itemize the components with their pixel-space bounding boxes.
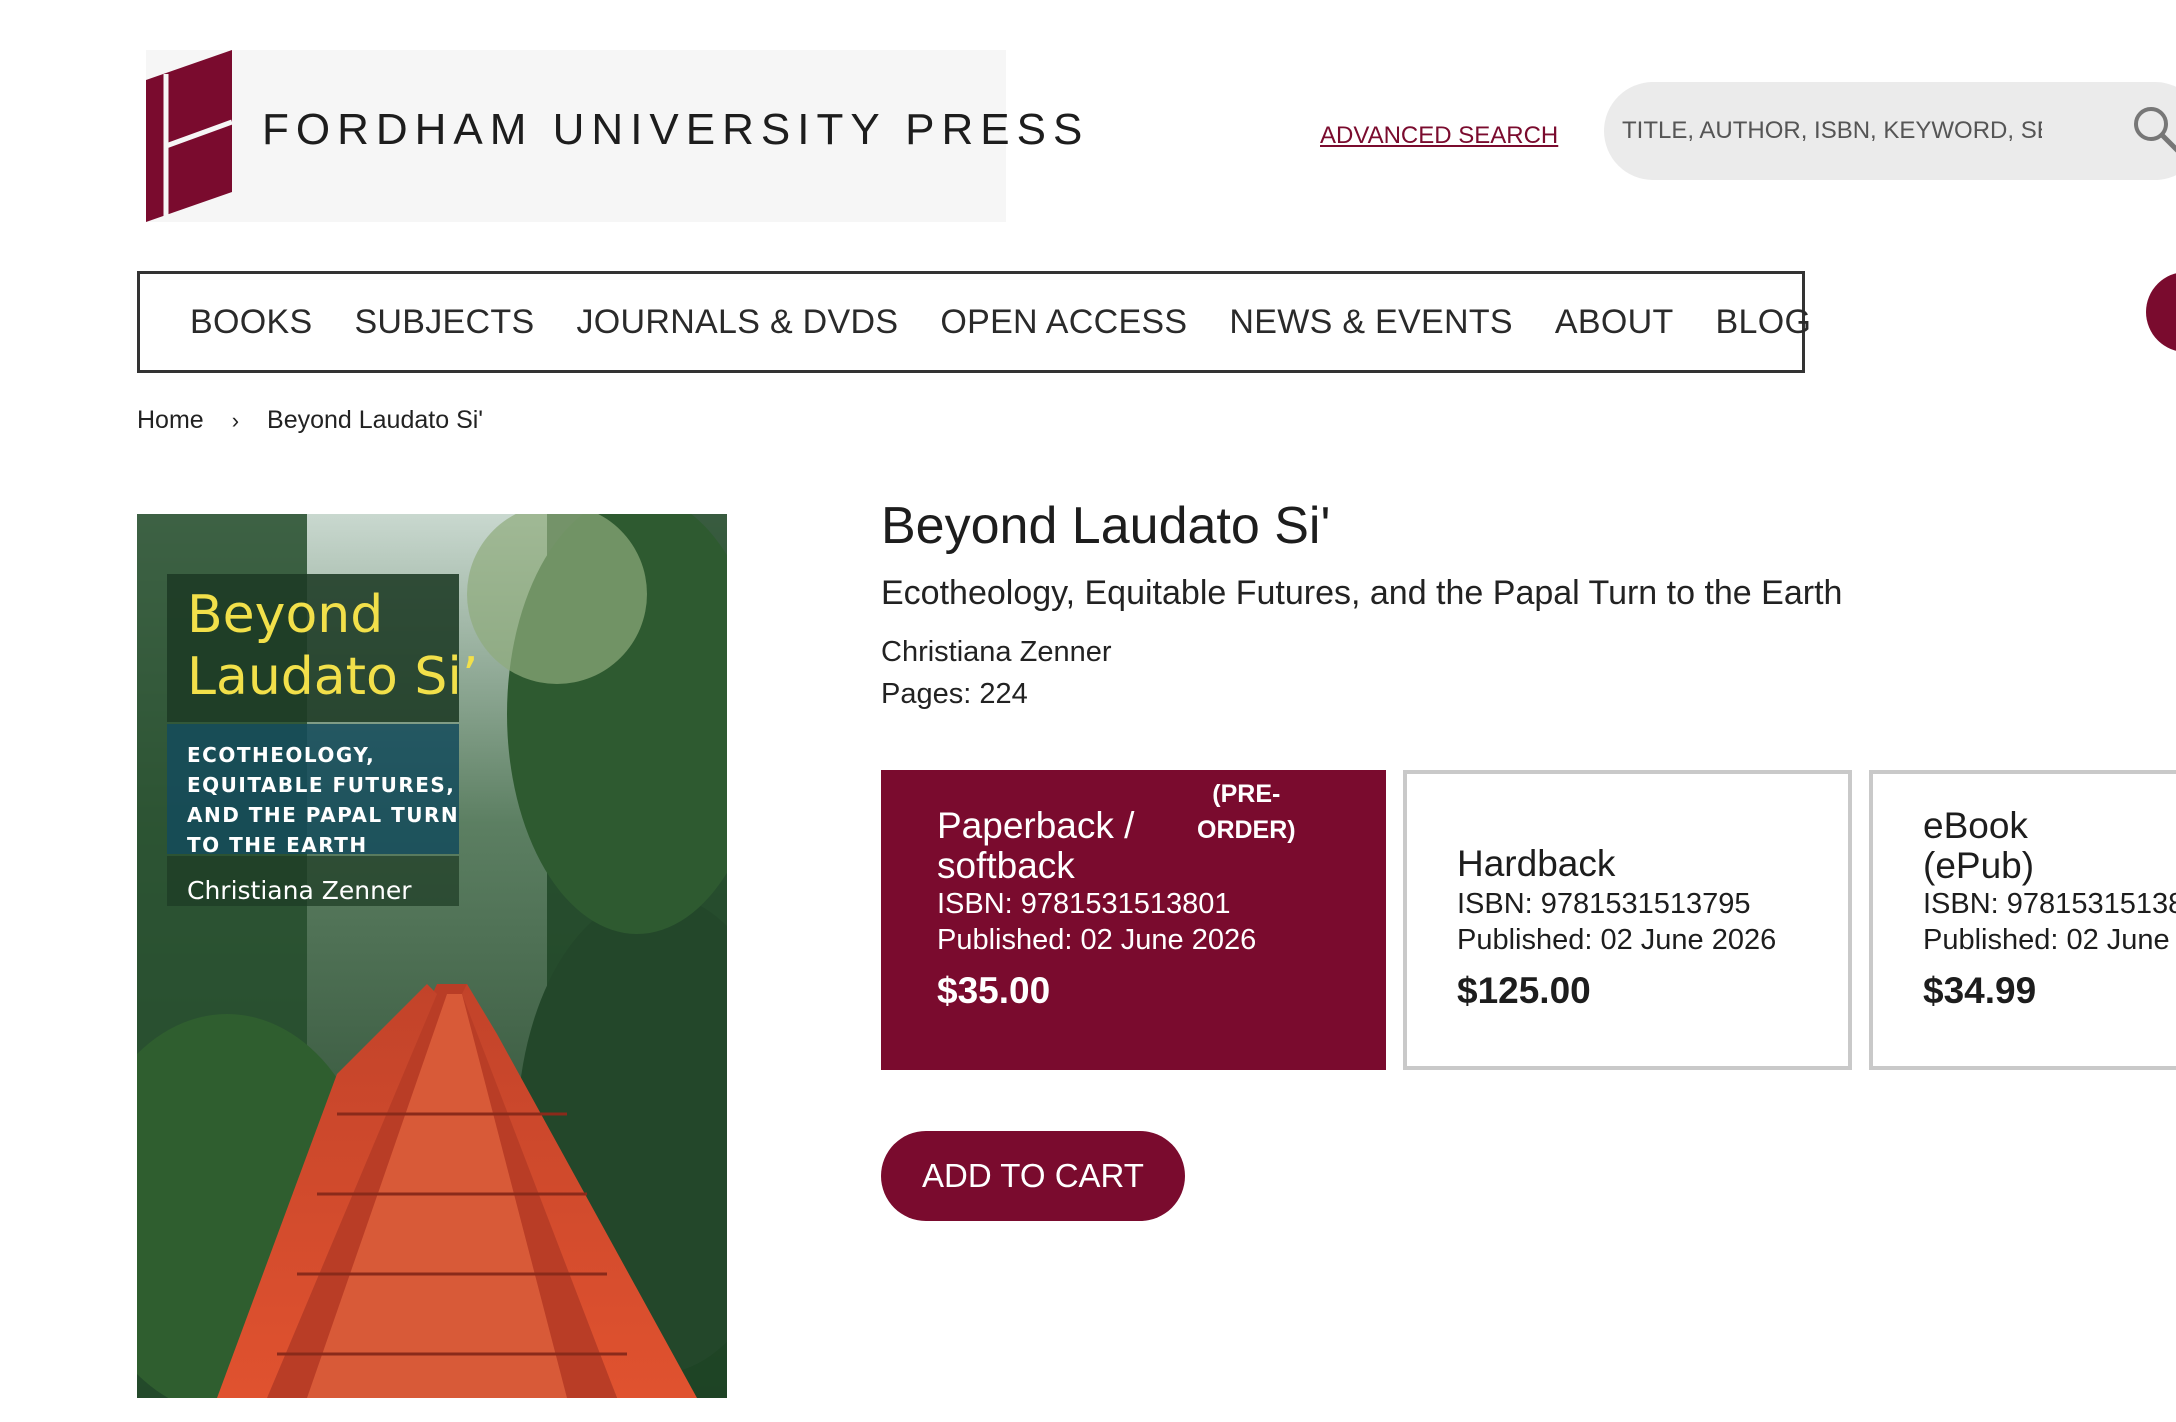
page-title: Beyond Laudato Si' [881, 497, 1331, 555]
book-subtitle: Ecotheology, Equitable Futures, and the … [881, 574, 1843, 612]
nav-item-books[interactable]: BOOKS [190, 303, 312, 342]
format-name: Paperback / softback [937, 806, 1134, 886]
preorder-badge-line1: (PRE- [1212, 780, 1281, 808]
breadcrumb: Home › Beyond Laudato Si' [137, 406, 483, 435]
format-name-line1: Paperback / [937, 805, 1135, 846]
format-isbn: ISBN: 9781531513818 [1923, 888, 2176, 920]
cover-subtitle-line3: AND THE PAPAL TURN [187, 803, 459, 827]
breadcrumb-home-link[interactable]: Home [137, 406, 204, 435]
format-card-ebook[interactable]: eBook (ePub) ISBN: 9781531513818 Publish… [1869, 770, 2176, 1070]
book-pages: Pages: 224 [881, 678, 1028, 710]
format-card-paperback[interactable]: Paperback / softback (PRE- ORDER) ISBN: … [881, 770, 1386, 1070]
book-author-link[interactable]: Christiana Zenner [881, 636, 1112, 669]
advanced-search-link[interactable]: ADVANCED SEARCH [1320, 122, 1558, 150]
format-name-line1: eBook [1923, 805, 2028, 846]
format-price: $125.00 [1457, 970, 1591, 1011]
format-published: Published: 02 June 2026 [1923, 924, 2176, 956]
cover-subtitle-line2: EQUITABLE FUTURES, [187, 773, 455, 797]
cover-author: Christiana Zenner [187, 876, 412, 905]
format-name: eBook (ePub) [1923, 806, 2034, 886]
format-price: $35.00 [937, 970, 1051, 1011]
format-price: $34.99 [1923, 970, 2037, 1011]
nav-item-news-events[interactable]: NEWS & EVENTS [1229, 303, 1513, 342]
main-nav: BOOKS SUBJECTS JOURNALS & DVDS OPEN ACCE… [137, 271, 1811, 373]
search-icon[interactable] [2131, 104, 2176, 154]
format-isbn: ISBN: 9781531513795 [1457, 888, 1751, 920]
cover-subtitle-line1: ECOTHEOLOGY, [187, 743, 375, 767]
breadcrumb-chevron-icon: › [231, 407, 240, 433]
nav-item-about[interactable]: ABOUT [1555, 303, 1674, 342]
format-name-line2: softback [937, 845, 1075, 886]
format-name-line2: (ePub) [1923, 845, 2035, 886]
preorder-badge-line2: ORDER) [1197, 816, 1296, 844]
add-to-cart-button[interactable]: ADD TO CART [881, 1131, 1185, 1221]
book-cover-image: Beyond Laudato Si’ ECOTHEOLOGY, EQUITABL… [137, 514, 727, 1398]
format-isbn: ISBN: 9781531513801 [937, 888, 1231, 920]
search-bar [1604, 82, 2176, 180]
cover-subtitle-line4: TO THE EARTH [187, 833, 368, 857]
format-name: Hardback [1457, 843, 1616, 884]
nav-item-open-access[interactable]: OPEN ACCESS [940, 303, 1187, 342]
search-input[interactable] [1622, 82, 2042, 180]
format-published: Published: 02 June 2026 [1457, 924, 1777, 956]
preorder-badge: (PRE- ORDER) [1197, 776, 1296, 848]
logo-text[interactable]: FORDHAM UNIVERSITY PRESS [262, 105, 1089, 155]
cover-title-line1: Beyond [187, 585, 383, 645]
breadcrumb-current: Beyond Laudato Si' [267, 406, 484, 434]
cover-title-line2: Laudato Si’ [187, 647, 478, 707]
nav-item-blog[interactable]: BLOG [1716, 303, 1812, 342]
format-card-hardback[interactable]: Hardback ISBN: 9781531513795 Published: … [1403, 770, 1852, 1070]
format-published: Published: 02 June 2026 [937, 924, 1257, 956]
cart-button[interactable] [2146, 272, 2176, 352]
nav-item-subjects[interactable]: SUBJECTS [354, 303, 534, 342]
nav-item-journals-dvds[interactable]: JOURNALS & DVDS [576, 303, 898, 342]
fordham-logo-icon [146, 50, 232, 222]
